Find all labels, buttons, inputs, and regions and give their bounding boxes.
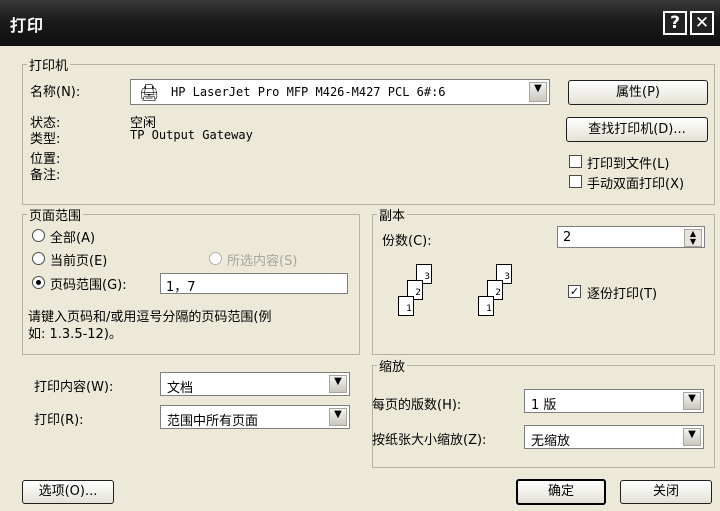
page-numbers-value: 1，7 xyxy=(166,280,196,295)
radio-current-page[interactable] xyxy=(32,252,45,265)
print-to-file-label: 打印到文件(L) xyxy=(587,157,670,172)
copies-legend: 副本 xyxy=(379,209,406,224)
copies-count-label: 份数(C): xyxy=(382,234,432,249)
page-numbers-label: 页码范围(G): xyxy=(50,278,127,293)
collate-page-icon: 1 xyxy=(478,296,494,316)
help-button[interactable]: ? xyxy=(663,11,687,35)
page-numbers-input[interactable]: 1，7 xyxy=(160,273,348,295)
zoom-legend: 缩放 xyxy=(379,360,406,375)
printer-name-value: HP LaserJet Pro MFP M426-M427 PCL 6#:6 xyxy=(171,85,446,99)
selection-label: 所选内容(S) xyxy=(227,254,298,269)
radio-all-pages[interactable] xyxy=(32,229,45,242)
radio-selection[interactable] xyxy=(209,252,222,265)
collate-checkbox[interactable]: ✓ xyxy=(568,285,581,298)
page-range-hint-line2: 如: 1.3.5-12)。 xyxy=(28,327,122,342)
radio-page-numbers[interactable] xyxy=(32,276,45,289)
print-range-value: 范围中所有页面 xyxy=(167,414,259,429)
collate-page-icon: 1 xyxy=(398,296,414,316)
printer-name-label: 名称(N): xyxy=(30,85,81,100)
find-printer-button[interactable]: 查找打印机(D)... xyxy=(566,117,708,142)
copies-count-spinner[interactable]: 2 ▲ ▼ xyxy=(557,226,705,248)
print-what-label: 打印内容(W): xyxy=(34,380,114,395)
current-page-label: 当前页(E) xyxy=(50,254,108,269)
print-what-select[interactable]: 文档 ▼ xyxy=(160,372,350,396)
title-bar: 打印 ? ✕ xyxy=(0,0,720,46)
ok-button[interactable]: 确定 xyxy=(516,479,606,505)
pages-per-sheet-select[interactable]: 1 版 ▼ xyxy=(524,389,704,413)
pages-per-sheet-label: 每页的版数(H): xyxy=(372,398,462,413)
print-range-select[interactable]: 范围中所有页面 ▼ xyxy=(160,405,350,429)
scale-select[interactable]: 无缩放 ▼ xyxy=(524,425,704,449)
scale-label: 按纸张大小缩放(Z): xyxy=(372,433,487,448)
chevron-down-icon: ▼ xyxy=(529,82,547,102)
close-window-button[interactable]: ✕ xyxy=(690,11,714,35)
chevron-down-icon: ▼ xyxy=(329,375,347,393)
options-button[interactable]: 选项(O)... xyxy=(22,480,114,504)
chevron-down-icon: ▼ xyxy=(329,408,347,426)
scale-value: 无缩放 xyxy=(531,434,571,449)
pages-per-sheet-value: 1 版 xyxy=(531,398,557,413)
type-value: TP Output Gateway xyxy=(130,128,253,142)
print-dialog: 打印 ? ✕ 打印机 名称(N): 🖨 HP LaserJet Pro MFP … xyxy=(0,0,720,511)
all-pages-label: 全部(A) xyxy=(50,231,96,246)
manual-duplex-checkbox[interactable] xyxy=(569,175,582,188)
chevron-down-icon: ▼ xyxy=(683,428,701,446)
print-label: 打印(R): xyxy=(34,413,84,428)
print-to-file-checkbox[interactable] xyxy=(569,155,582,168)
manual-duplex-label: 手动双面打印(X) xyxy=(587,177,685,192)
printer-group-legend: 打印机 xyxy=(29,59,69,74)
comment-label: 备注: xyxy=(30,168,61,183)
window-title: 打印 xyxy=(10,16,45,35)
type-label: 类型: xyxy=(30,132,61,147)
spinner-arrows-icon[interactable]: ▲ ▼ xyxy=(684,229,702,247)
copies-count-value: 2 xyxy=(563,230,572,245)
cancel-button[interactable]: 关闭 xyxy=(620,480,712,504)
print-what-value: 文档 xyxy=(167,381,194,396)
chevron-down-icon: ▼ xyxy=(683,392,701,410)
collate-label: 逐份打印(T) xyxy=(587,287,658,302)
printer-name-select[interactable]: 🖨 HP LaserJet Pro MFP M426-M427 PCL 6#:6… xyxy=(130,79,550,105)
printer-icon: 🖨 xyxy=(139,83,160,102)
properties-button[interactable]: 属性(P) xyxy=(568,80,708,105)
page-range-legend: 页面范围 xyxy=(29,209,82,224)
